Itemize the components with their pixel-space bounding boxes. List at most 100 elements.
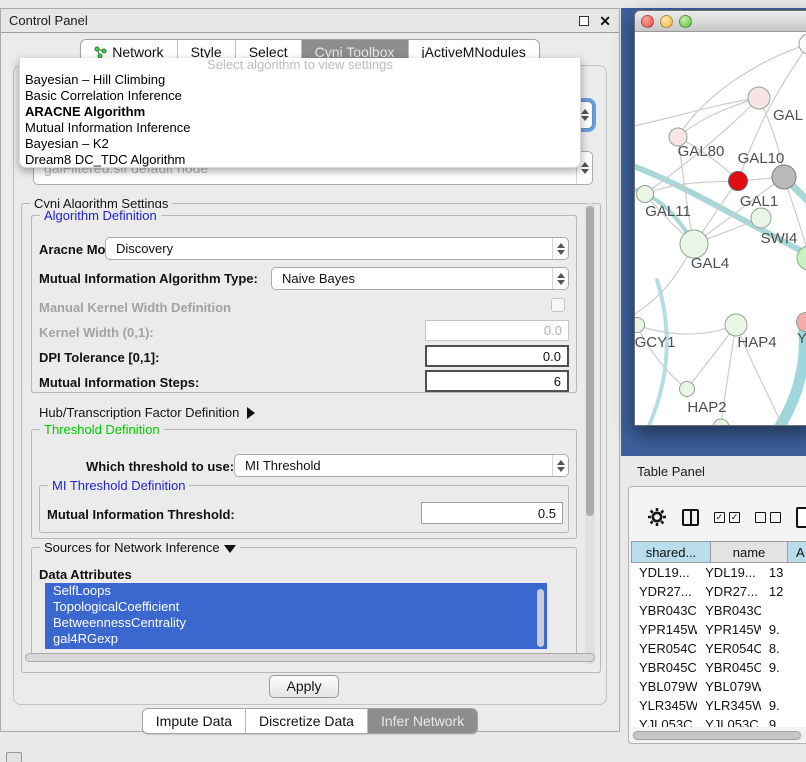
data-attributes-label: Data Attributes xyxy=(39,567,132,582)
control-panel-titlebar: Control Panel ✕ xyxy=(1,9,619,33)
control-panel-title: Control Panel xyxy=(9,13,88,28)
combo-stepper-icon xyxy=(552,268,568,289)
node-selected-red[interactable] xyxy=(729,172,748,191)
node-bottom-partial[interactable] xyxy=(713,419,729,426)
mi-threshold-field[interactable]: 0.5 xyxy=(421,502,563,524)
column-header-partial[interactable]: A xyxy=(788,542,806,562)
network-glyph-icon xyxy=(94,46,107,59)
network-canvas[interactable]: GAL GAL80 GAL10 GAL1 GAL11 GAL4 SWI4 GCY… xyxy=(635,32,806,426)
table-row[interactable]: YBR043CYBR043C xyxy=(631,601,806,620)
document-icon[interactable] xyxy=(796,507,806,528)
table-row[interactable]: YJL053CYJL053C9 xyxy=(631,715,806,727)
table-row[interactable]: YDL19...YDL19...13 xyxy=(631,563,806,582)
settings-horizontal-scrollbar[interactable] xyxy=(25,653,595,662)
node-y-right[interactable] xyxy=(797,313,806,332)
node-hap4[interactable] xyxy=(725,314,747,336)
algorithm-definition-title: Algorithm Definition xyxy=(40,208,161,223)
table-row[interactable]: YBL079WYBL079W xyxy=(631,677,806,696)
tab-discretize-data[interactable]: Discretize Data xyxy=(245,709,367,733)
hub-definition-toggle[interactable]: Hub/Transcription Factor Definition xyxy=(39,405,255,420)
node-unlabeled[interactable] xyxy=(799,34,806,54)
columns-icon[interactable] xyxy=(682,509,699,526)
dropdown-option-selected[interactable]: ARACNE Algorithm xyxy=(20,104,580,120)
deselect-all-checks-icon[interactable] xyxy=(755,512,781,523)
dropdown-option[interactable]: Basic Correlation Inference xyxy=(20,88,580,104)
table-row[interactable]: YER054CYER054C8. xyxy=(631,639,806,658)
table-row[interactable]: YLR345WYLR345W9. xyxy=(631,696,806,715)
close-window-icon[interactable] xyxy=(641,15,654,28)
node-label: GAL xyxy=(773,107,803,124)
dpi-tolerance-field[interactable]: 0.0 xyxy=(425,345,569,367)
node-label: SWI4 xyxy=(761,230,798,247)
node-gal-top[interactable] xyxy=(748,87,770,109)
dropdown-option[interactable]: Dream8 DC_TDC Algorithm xyxy=(20,152,580,168)
zoom-window-icon[interactable] xyxy=(679,15,692,28)
mi-type-label: Mutual Information Algorithm Type: xyxy=(39,271,258,286)
scrollbar-thumb[interactable] xyxy=(633,731,801,740)
node-label: GCY1 xyxy=(635,334,675,351)
table-body: YDL19...YDL19...13 YDR27...YDR27...12 YB… xyxy=(631,563,806,727)
combo-stepper-icon xyxy=(552,238,568,259)
list-item[interactable]: BetweennessCentrality xyxy=(45,615,547,631)
node-gcy1[interactable] xyxy=(635,318,645,333)
list-item[interactable]: SelfLoops xyxy=(45,583,547,599)
hub-definition-label: Hub/Transcription Factor Definition xyxy=(39,405,239,420)
node-label: GAL10 xyxy=(738,150,785,167)
list-item[interactable]: TopologicalCoefficient xyxy=(45,599,547,615)
table-horizontal-scrollbar[interactable] xyxy=(632,731,804,741)
mi-type-combo[interactable]: Naive Bayes xyxy=(271,267,569,290)
table-header-row: shared... name A xyxy=(631,541,806,563)
tab-infer-network[interactable]: Infer Network xyxy=(367,709,477,733)
node-label: GAL11 xyxy=(645,203,691,220)
dropdown-option[interactable]: Bayesian – K2 xyxy=(20,136,580,152)
kernel-width-field[interactable]: 0.0 xyxy=(425,320,569,341)
application-window: Control Panel ✕ Network Styl xyxy=(0,0,806,762)
which-threshold-combo[interactable]: MI Threshold xyxy=(234,454,569,477)
tab-impute-data[interactable]: Impute Data xyxy=(143,709,245,733)
mi-threshold-label: Mutual Information Threshold: xyxy=(47,507,235,522)
close-panel-icon[interactable]: ✕ xyxy=(599,14,611,28)
select-all-checks-icon[interactable]: ✓✓ xyxy=(714,512,740,523)
data-attributes-list: SelfLoops TopologicalCoefficient Between… xyxy=(45,583,547,649)
node-gal1[interactable] xyxy=(751,208,771,228)
network-window-titlebar xyxy=(635,11,806,32)
apply-button[interactable]: Apply xyxy=(269,675,339,698)
aracne-mode-combo[interactable]: Discovery xyxy=(105,237,569,260)
which-threshold-label: Which threshold to use: xyxy=(86,459,234,474)
node-gal11[interactable] xyxy=(637,186,654,203)
collapse-down-icon xyxy=(224,545,236,553)
manual-kernel-label: Manual Kernel Width Definition xyxy=(39,300,231,315)
table-row[interactable]: YPR145WYPR145W9. xyxy=(631,620,806,639)
minimize-window-icon[interactable] xyxy=(660,15,673,28)
column-header-name[interactable]: name xyxy=(711,542,788,562)
list-scrollbar[interactable] xyxy=(537,589,544,647)
scrollbar-thumb[interactable] xyxy=(586,206,594,516)
node-label: GAL4 xyxy=(691,255,729,272)
mi-steps-field[interactable]: 6 xyxy=(425,370,569,392)
manual-kernel-checkbox[interactable] xyxy=(551,298,565,312)
combo-stepper-icon xyxy=(552,455,568,476)
network-view-window: GAL GAL80 GAL10 GAL1 GAL11 GAL4 SWI4 GCY… xyxy=(634,10,806,426)
sources-group-title[interactable]: Sources for Network Inference xyxy=(40,540,240,555)
docked-panel-icon[interactable] xyxy=(6,752,22,762)
gear-icon[interactable] xyxy=(647,507,667,527)
kernel-width-label: Kernel Width (0,1): xyxy=(39,325,154,340)
list-item[interactable]: gal4RGexp xyxy=(45,631,547,647)
threshold-definition-title: Threshold Definition xyxy=(40,422,164,437)
node-hap2[interactable] xyxy=(680,382,695,397)
dropdown-option[interactable]: Bayesian – Hill Climbing xyxy=(20,72,580,88)
expand-right-icon xyxy=(247,407,255,419)
which-threshold-value: MI Threshold xyxy=(235,458,552,473)
column-header-shared[interactable]: shared... xyxy=(631,542,711,562)
float-panel-icon[interactable] xyxy=(579,16,589,26)
table-row[interactable]: YDR27...YDR27...12 xyxy=(631,582,806,601)
mi-type-value: Naive Bayes xyxy=(272,271,552,286)
mi-threshold-group-title: MI Threshold Definition xyxy=(48,478,189,493)
node-gal10[interactable] xyxy=(772,165,796,189)
dropdown-option[interactable]: Mutual Information Inference xyxy=(20,120,580,136)
table-toolbar: ✓✓ xyxy=(629,499,806,535)
settings-vertical-scrollbar[interactable] xyxy=(585,203,595,665)
mi-steps-label: Mutual Information Steps: xyxy=(39,375,199,390)
table-row[interactable]: YBR045CYBR045C9. xyxy=(631,658,806,677)
node-gal4[interactable] xyxy=(680,230,708,258)
